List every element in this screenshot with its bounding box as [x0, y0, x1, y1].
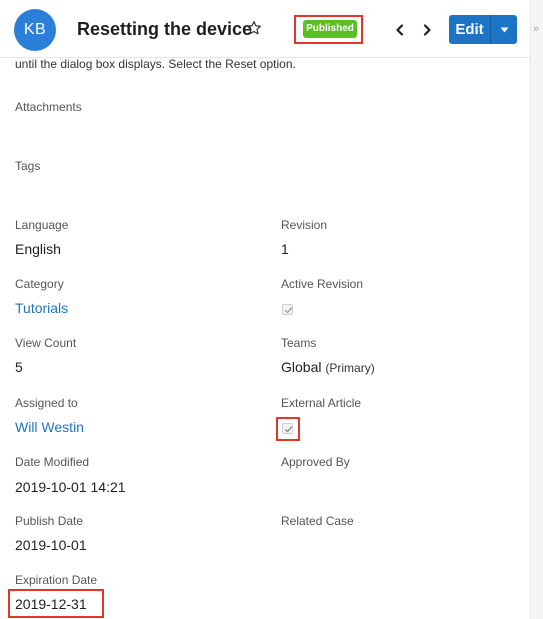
approved-by-label: Approved By — [281, 455, 350, 469]
assigned-to-label: Assigned to — [15, 396, 78, 410]
checkmark-icon — [284, 426, 293, 433]
attachments-label: Attachments — [15, 100, 82, 114]
revision-value: 1 — [281, 241, 289, 257]
record-header: KB Resetting the device Published Edit — [0, 0, 530, 58]
category-label: Category — [15, 277, 64, 291]
publish-date-value[interactable]: 2019-10-01 — [15, 537, 87, 553]
date-modified-value: 2019-10-01 14:21 — [15, 479, 126, 495]
module-avatar: KB — [14, 9, 56, 51]
favorite-star-icon[interactable] — [246, 20, 264, 38]
revision-label: Revision — [281, 218, 328, 232]
previous-record-button[interactable] — [391, 20, 409, 40]
assigned-to-link[interactable]: Will Westin — [15, 419, 84, 435]
caret-down-icon — [500, 27, 508, 32]
related-case-label: Related Case — [281, 514, 354, 528]
team-primary-tag: (Primary) — [325, 361, 375, 375]
team-name: Global — [281, 359, 322, 375]
edit-button-group: Edit — [449, 15, 517, 44]
status-badge: Published — [303, 20, 357, 38]
view-count-value: 5 — [15, 359, 23, 375]
expiration-date-value[interactable]: 2019-12-31 — [15, 596, 87, 612]
chevron-left-icon — [396, 24, 404, 36]
edit-button[interactable]: Edit — [449, 15, 490, 44]
expiration-date-label: Expiration Date — [15, 573, 98, 587]
expand-panel-icon[interactable]: » — [533, 22, 539, 36]
edit-actions-dropdown[interactable] — [491, 15, 517, 44]
record-title: Resetting the device — [77, 19, 253, 39]
publish-date-label: Publish Date — [15, 514, 84, 528]
external-article-checkbox[interactable] — [282, 423, 293, 434]
language-label: Language — [15, 218, 69, 232]
date-modified-label: Date Modified — [15, 455, 90, 469]
tags-label: Tags — [15, 159, 41, 173]
active-revision-label: Active Revision — [281, 277, 364, 291]
checkmark-icon — [284, 307, 293, 314]
teams-label: Teams — [281, 336, 317, 350]
teams-value: Global (Primary) — [281, 359, 375, 375]
language-value[interactable]: English — [15, 241, 61, 257]
view-count-label: View Count — [15, 336, 77, 350]
article-body-text: until the dialog box displays. Select th… — [15, 57, 296, 71]
external-article-label: External Article — [281, 396, 362, 410]
active-revision-checkbox — [282, 304, 293, 315]
category-link[interactable]: Tutorials — [15, 300, 68, 316]
next-record-button[interactable] — [418, 20, 436, 40]
chevron-right-icon — [423, 24, 431, 36]
side-panel-strip — [530, 0, 543, 619]
